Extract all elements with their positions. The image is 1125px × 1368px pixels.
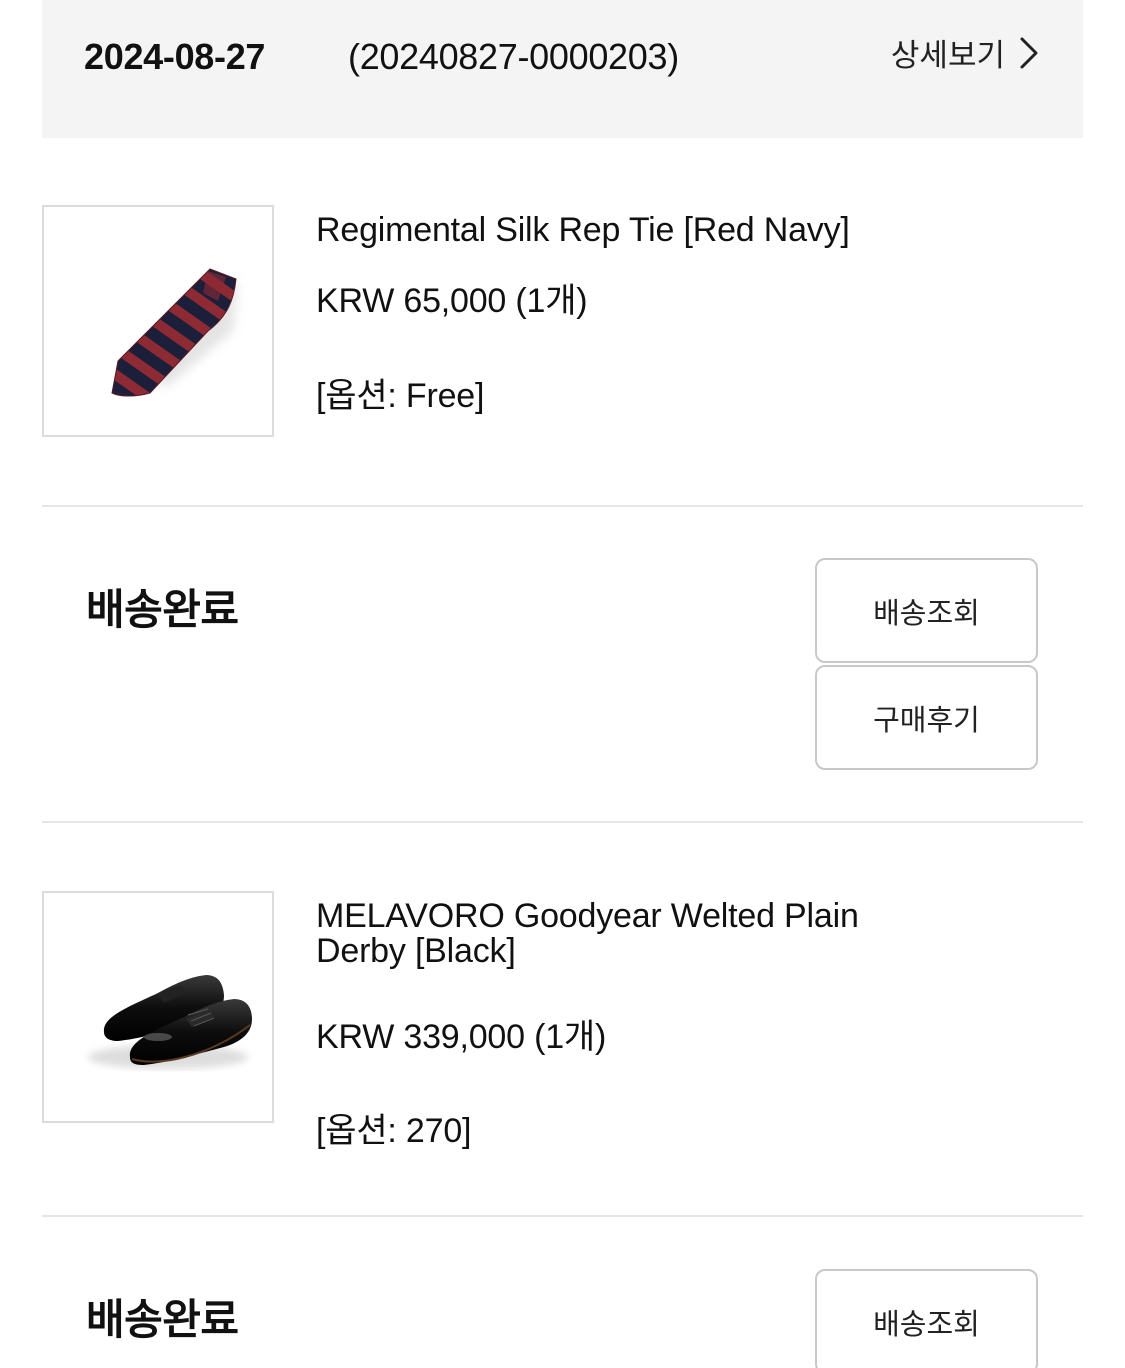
- track-delivery-button[interactable]: 배송조회: [815, 558, 1038, 663]
- order-date: 2024-08-27: [84, 36, 266, 77]
- divider: [42, 1215, 1083, 1217]
- divider: [42, 505, 1083, 507]
- product-option: [옵션: 270]: [316, 1112, 472, 1150]
- order-item: Regimental Silk Rep Tie [Red Navy] KRW 6…: [42, 205, 1083, 445]
- delivery-status: 배송완료: [86, 1296, 239, 1343]
- necktie-image: [111, 268, 238, 397]
- order-number: (20240827-0000203): [348, 36, 679, 77]
- order-detail-label: 상세보기: [890, 38, 1005, 73]
- track-delivery-button[interactable]: 배송조회: [815, 1269, 1038, 1368]
- product-option: [옵션: Free]: [316, 377, 485, 415]
- product-thumbnail[interactable]: [42, 205, 274, 437]
- product-name[interactable]: MELAVORO Goodyear Welted Plain Derby [Bl…: [316, 899, 916, 969]
- divider: [42, 821, 1083, 823]
- order-history-page: 2024-08-27 (20240827-0000203) 상세보기 Regim…: [0, 0, 1125, 1368]
- write-review-button[interactable]: 구매후기: [815, 665, 1038, 770]
- product-name-line: Derby [Black]: [316, 932, 516, 970]
- order-header: 2024-08-27 (20240827-0000203) 상세보기: [42, 0, 1083, 138]
- product-name[interactable]: Regimental Silk Rep Tie [Red Navy]: [316, 213, 916, 248]
- product-price: KRW 65,000 (1개): [316, 282, 588, 320]
- product-thumbnail[interactable]: [42, 891, 274, 1123]
- order-item: MELAVORO Goodyear Welted Plain Derby [Bl…: [42, 891, 1083, 1150]
- delivery-status: 배송완료: [86, 586, 239, 633]
- product-price: KRW 339,000 (1개): [316, 1018, 607, 1056]
- derby-shoes-image: [88, 975, 252, 1069]
- product-name-line: MELAVORO Goodyear Welted Plain: [316, 897, 859, 935]
- order-detail-link[interactable]: 상세보기: [891, 30, 1039, 75]
- chevron-right-icon: [1019, 36, 1039, 70]
